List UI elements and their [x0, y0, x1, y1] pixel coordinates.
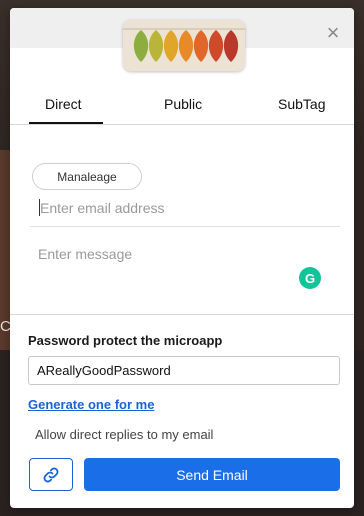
send-email-button[interactable]: Send Email [84, 458, 340, 491]
generate-password-link[interactable]: Generate one for me [28, 397, 154, 412]
password-label: Password protect the microapp [28, 333, 223, 348]
allow-replies-option[interactable]: Allow direct replies to my email [35, 427, 213, 442]
tab-public[interactable]: Public [164, 96, 202, 112]
share-tabs: Direct Public SubTag [10, 96, 354, 125]
leaves-thumbnail [123, 20, 245, 71]
message-input[interactable] [38, 246, 328, 306]
grammarly-icon[interactable]: G [299, 267, 321, 289]
section-divider [10, 314, 354, 315]
microapp-thumbnail [123, 20, 245, 71]
email-input[interactable] [38, 197, 336, 219]
tab-subtag[interactable]: SubTag [278, 96, 325, 112]
email-divider [30, 226, 340, 227]
copy-link-button[interactable] [29, 458, 73, 491]
text-cursor [39, 199, 40, 216]
tabs-divider [10, 124, 354, 125]
tab-direct[interactable]: Direct [45, 96, 82, 112]
password-input[interactable] [28, 356, 340, 385]
close-button[interactable]: × [324, 20, 342, 45]
close-icon: × [326, 20, 340, 45]
link-icon [43, 467, 59, 482]
share-modal: × Direct Public SubTag Manaleage G Passw… [10, 8, 354, 508]
recipient-chip[interactable]: Manaleage [32, 163, 142, 190]
